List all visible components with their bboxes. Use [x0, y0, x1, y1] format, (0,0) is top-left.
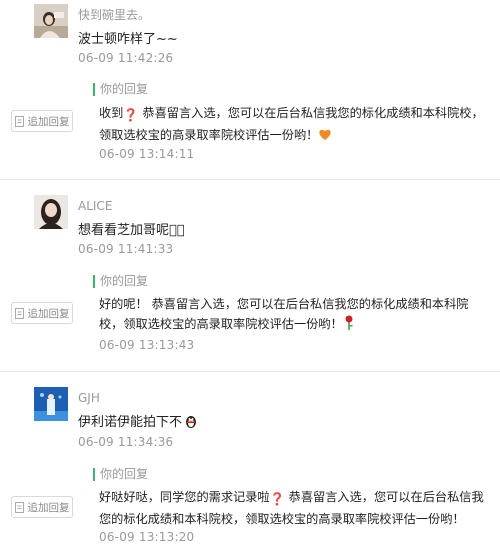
penguin-icon: [184, 414, 198, 432]
red-question-mark-icon: ❓: [123, 108, 139, 122]
comment-time: 06-09 11:34:36: [78, 435, 174, 449]
reply-time: 06-09 13:13:43: [99, 338, 195, 352]
edit-icon: [14, 307, 24, 319]
edit-icon: [14, 115, 24, 127]
comment-time: 06-09 11:42:26: [78, 51, 174, 65]
heart-icon: [318, 127, 332, 147]
reply-text: 收到❓ 恭喜留言入选，您可以在后台私信我您的标化成绩和本科院校，领取选校宝的高录…: [99, 103, 491, 147]
comment-time: 06-09 11:41:33: [78, 242, 174, 256]
add-reply-label: 追加回复: [27, 115, 70, 128]
add-reply-button[interactable]: 追加回复: [11, 110, 73, 132]
comment-username: GJH: [78, 391, 100, 405]
avatar[interactable]: [34, 195, 68, 229]
divider: [0, 371, 500, 372]
rose-icon: [343, 315, 355, 336]
add-reply-button[interactable]: 追加回复: [11, 496, 73, 518]
avatar[interactable]: [34, 4, 68, 38]
comment-username: ALICE: [78, 199, 113, 213]
add-reply-label: 追加回复: [27, 501, 70, 514]
reply-text: 好的呢！ 恭喜留言入选，您可以在后台私信我您的标化成绩和本科院校，领取选校宝的高…: [99, 294, 491, 336]
reply-label: 你的回复: [93, 275, 148, 288]
reply-time: 06-09 13:13:20: [99, 530, 195, 544]
comment-text: 想看看芝加哥呢􀀀􀀀: [78, 223, 185, 238]
red-question-mark-icon: ❓: [269, 492, 285, 506]
comment-text: 伊利诺伊能拍下不: [78, 411, 198, 432]
divider: [0, 179, 500, 180]
comment-text: 波士顿咋样了~~: [78, 32, 178, 47]
reply-label: 你的回复: [93, 468, 148, 481]
reply-time: 06-09 13:14:11: [99, 147, 195, 161]
reply-label: 你的回复: [93, 83, 148, 96]
reply-text: 好哒好哒，同学您的需求记录啦❓ 恭喜留言入选，您可以在后台私信我您的标化成绩和本…: [99, 490, 484, 526]
edit-icon: [14, 501, 24, 513]
add-reply-button[interactable]: 追加回复: [11, 302, 73, 324]
avatar[interactable]: [34, 387, 68, 421]
add-reply-label: 追加回复: [27, 307, 70, 320]
comment-username: 快到碗里去。: [78, 8, 151, 22]
